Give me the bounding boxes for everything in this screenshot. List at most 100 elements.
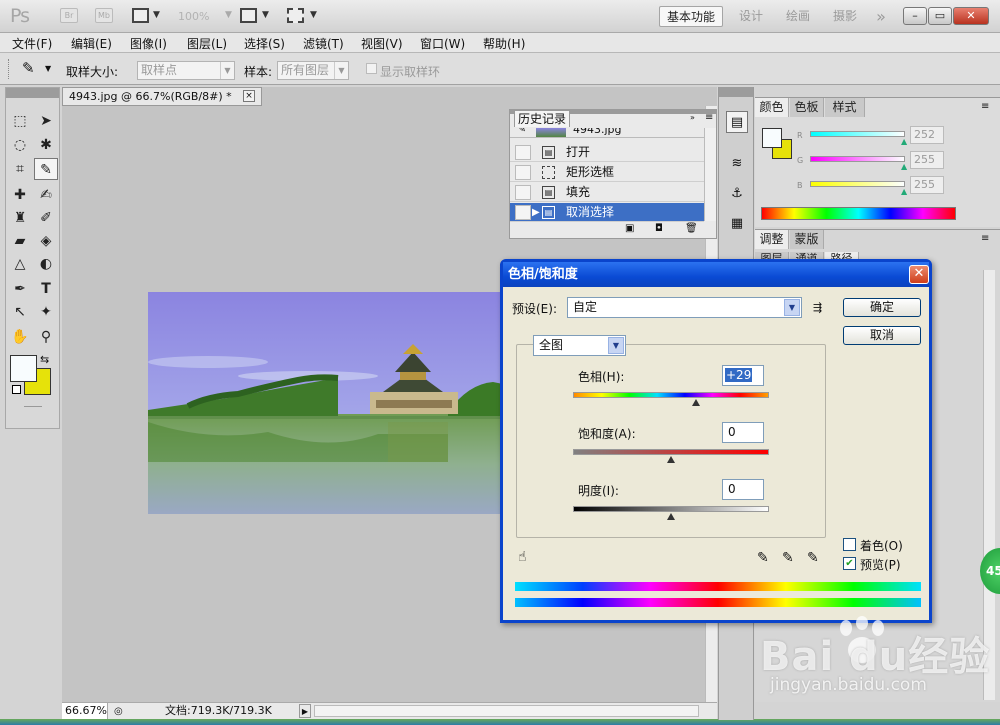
lightness-input[interactable]: 0 — [722, 479, 764, 500]
show-sampling-ring-checkbox[interactable] — [366, 63, 377, 74]
zoom-level-select[interactable]: 100% — [178, 10, 209, 23]
history-panel-icon[interactable]: ▤ — [726, 111, 748, 133]
red-slider[interactable] — [810, 131, 905, 137]
saturation-ramp[interactable] — [573, 449, 769, 455]
trash-icon[interactable]: 🗑 — [685, 223, 698, 234]
options-grip[interactable] — [8, 59, 10, 79]
lightness-slider-thumb[interactable] — [667, 513, 675, 520]
chevron-down-icon[interactable]: ▼ — [225, 10, 232, 20]
minimize-button[interactable]: – — [903, 7, 927, 25]
screen-mode-icon[interactable] — [287, 8, 304, 23]
red-value-input[interactable]: 252 — [910, 126, 944, 144]
cancel-button[interactable]: 取消 — [843, 326, 921, 345]
new-document-icon[interactable]: ▣ — [625, 223, 634, 234]
brush-presets-icon[interactable]: ≋ — [726, 153, 748, 175]
eyedropper-tool-icon[interactable]: ✎ — [34, 158, 58, 180]
path-selection-tool-icon[interactable]: ↖ — [8, 301, 32, 323]
chevron-down-icon[interactable]: ▼ — [262, 10, 269, 20]
tab-styles[interactable]: 样式 — [825, 98, 865, 117]
channel-select[interactable]: 全图 ▼ — [533, 335, 626, 356]
lightness-ramp[interactable] — [573, 506, 769, 512]
view-extras-icon[interactable] — [132, 8, 149, 23]
workspace-photography-button[interactable]: 摄影 — [831, 6, 859, 27]
eyedropper-icon[interactable]: ✎ — [757, 550, 769, 566]
hue-ramp[interactable] — [573, 392, 769, 398]
rectangular-marquee-tool-icon[interactable]: ⬚ — [8, 110, 32, 132]
spot-healing-tool-icon[interactable]: ✚ — [8, 184, 32, 206]
status-info-icon[interactable]: ◎ — [114, 704, 123, 720]
menu-edit[interactable]: 编辑(E) — [71, 35, 112, 52]
brush-tool-icon[interactable]: ✍ — [34, 184, 58, 206]
move-tool-icon[interactable]: ➤ — [34, 110, 58, 132]
eraser-tool-icon[interactable]: ▰ — [8, 230, 32, 252]
close-button[interactable]: ✕ — [953, 7, 989, 25]
hue-slider-thumb[interactable] — [691, 399, 700, 406]
menu-window[interactable]: 窗口(W) — [420, 35, 465, 52]
saturation-slider-thumb[interactable] — [667, 456, 675, 463]
preset-options-icon[interactable]: ⇶ — [813, 301, 822, 314]
preset-select[interactable]: 自定 ▼ — [567, 297, 802, 318]
canvas-horizontal-scrollbar[interactable] — [314, 705, 699, 717]
bridge-button[interactable]: Br — [60, 8, 78, 23]
chevron-down-icon[interactable]: ▼ — [310, 10, 317, 20]
history-snapshot-row[interactable]: ✎ 4943.jpg — [510, 128, 704, 138]
new-snapshot-icon[interactable]: ◘ — [655, 223, 663, 234]
paint-bucket-tool-icon[interactable]: ◈ — [34, 230, 58, 252]
ok-button[interactable]: 确定 — [843, 298, 921, 317]
crop-tool-icon[interactable]: ⌗ — [8, 158, 32, 180]
colorize-checkbox[interactable] — [843, 538, 856, 551]
menu-file[interactable]: 文件(F) — [12, 35, 52, 52]
dialog-close-icon[interactable]: ✕ — [909, 265, 929, 284]
slider-thumb-icon[interactable]: ▲ — [901, 162, 907, 171]
document-tab[interactable]: 4943.jpg @ 66.7%(RGB/8#) * — [62, 87, 262, 106]
more-workspaces-icon[interactable]: » — [872, 6, 890, 27]
clone-stamp-tool-icon[interactable]: ♜ — [8, 207, 32, 229]
sample-layers-select[interactable]: 所有图层 ▼ — [277, 61, 349, 80]
eyedropper-plus-icon[interactable]: ✎ — [782, 550, 794, 566]
menu-filter[interactable]: 滤镜(T) — [303, 35, 344, 52]
history-source-box[interactable] — [515, 165, 531, 180]
panel-menu-icon[interactable]: ≡ — [981, 101, 989, 112]
saturation-input[interactable]: 0 — [722, 422, 764, 443]
eyedropper-minus-icon[interactable]: ✎ — [807, 550, 819, 566]
sample-size-select[interactable]: 取样点 ▼ — [137, 61, 235, 80]
tools-panel-header[interactable] — [6, 88, 59, 98]
green-slider[interactable] — [810, 156, 905, 162]
history-source-box[interactable] — [515, 205, 531, 220]
history-item-open[interactable]: ▤ 打开 — [510, 143, 704, 162]
foreground-color-swatch[interactable] — [10, 355, 37, 382]
history-scrollbar[interactable] — [704, 128, 716, 221]
clone-source-icon[interactable]: ⚓ — [726, 183, 748, 205]
slider-thumb-icon[interactable]: ▲ — [901, 187, 907, 196]
lasso-tool-icon[interactable]: ◌ — [8, 134, 32, 156]
panel-menu-icon[interactable]: ≡ — [705, 112, 713, 123]
document-image[interactable] — [148, 292, 503, 514]
menu-layer[interactable]: 图层(L) — [187, 35, 227, 52]
type-tool-icon[interactable]: T — [34, 278, 58, 300]
chevron-down-icon[interactable]: ▼ — [153, 10, 160, 20]
hue-input[interactable]: +29 — [722, 365, 764, 386]
arrange-documents-icon[interactable] — [240, 8, 257, 23]
panel-menu-icon[interactable]: ≡ — [981, 233, 989, 244]
status-menu-arrow-icon[interactable]: ▶ — [299, 704, 311, 718]
history-source-box[interactable] — [515, 185, 531, 200]
zoom-field[interactable]: 66.67% — [62, 703, 108, 719]
history-tab[interactable]: 历史记录 — [514, 110, 570, 127]
color-spectrum-bar[interactable] — [761, 207, 956, 220]
tool-presets-icon[interactable]: ▦ — [726, 213, 748, 235]
preview-checkbox[interactable]: ✔ — [843, 557, 856, 570]
slider-thumb-icon[interactable]: ▲ — [901, 137, 907, 146]
dialog-title[interactable]: 色相/饱和度 — [503, 262, 929, 287]
history-source-box[interactable] — [515, 145, 531, 160]
green-value-input[interactable]: 255 — [910, 151, 944, 169]
eyedropper-preset-icon[interactable]: ✎ — [22, 59, 35, 77]
shape-tool-icon[interactable]: ✦ — [34, 301, 58, 323]
history-item-rect-marquee[interactable]: 矩形选框 — [510, 163, 704, 182]
dodge-tool-icon[interactable]: ◐ — [34, 253, 58, 275]
hand-tool-icon[interactable]: ✋ — [8, 326, 32, 348]
mini-bridge-button[interactable]: Mb — [95, 8, 113, 23]
pen-tool-icon[interactable]: ✒ — [8, 278, 32, 300]
color-foreground-swatch[interactable] — [762, 128, 782, 148]
default-colors-icon[interactable] — [12, 385, 21, 394]
menu-image[interactable]: 图像(I) — [130, 35, 167, 52]
